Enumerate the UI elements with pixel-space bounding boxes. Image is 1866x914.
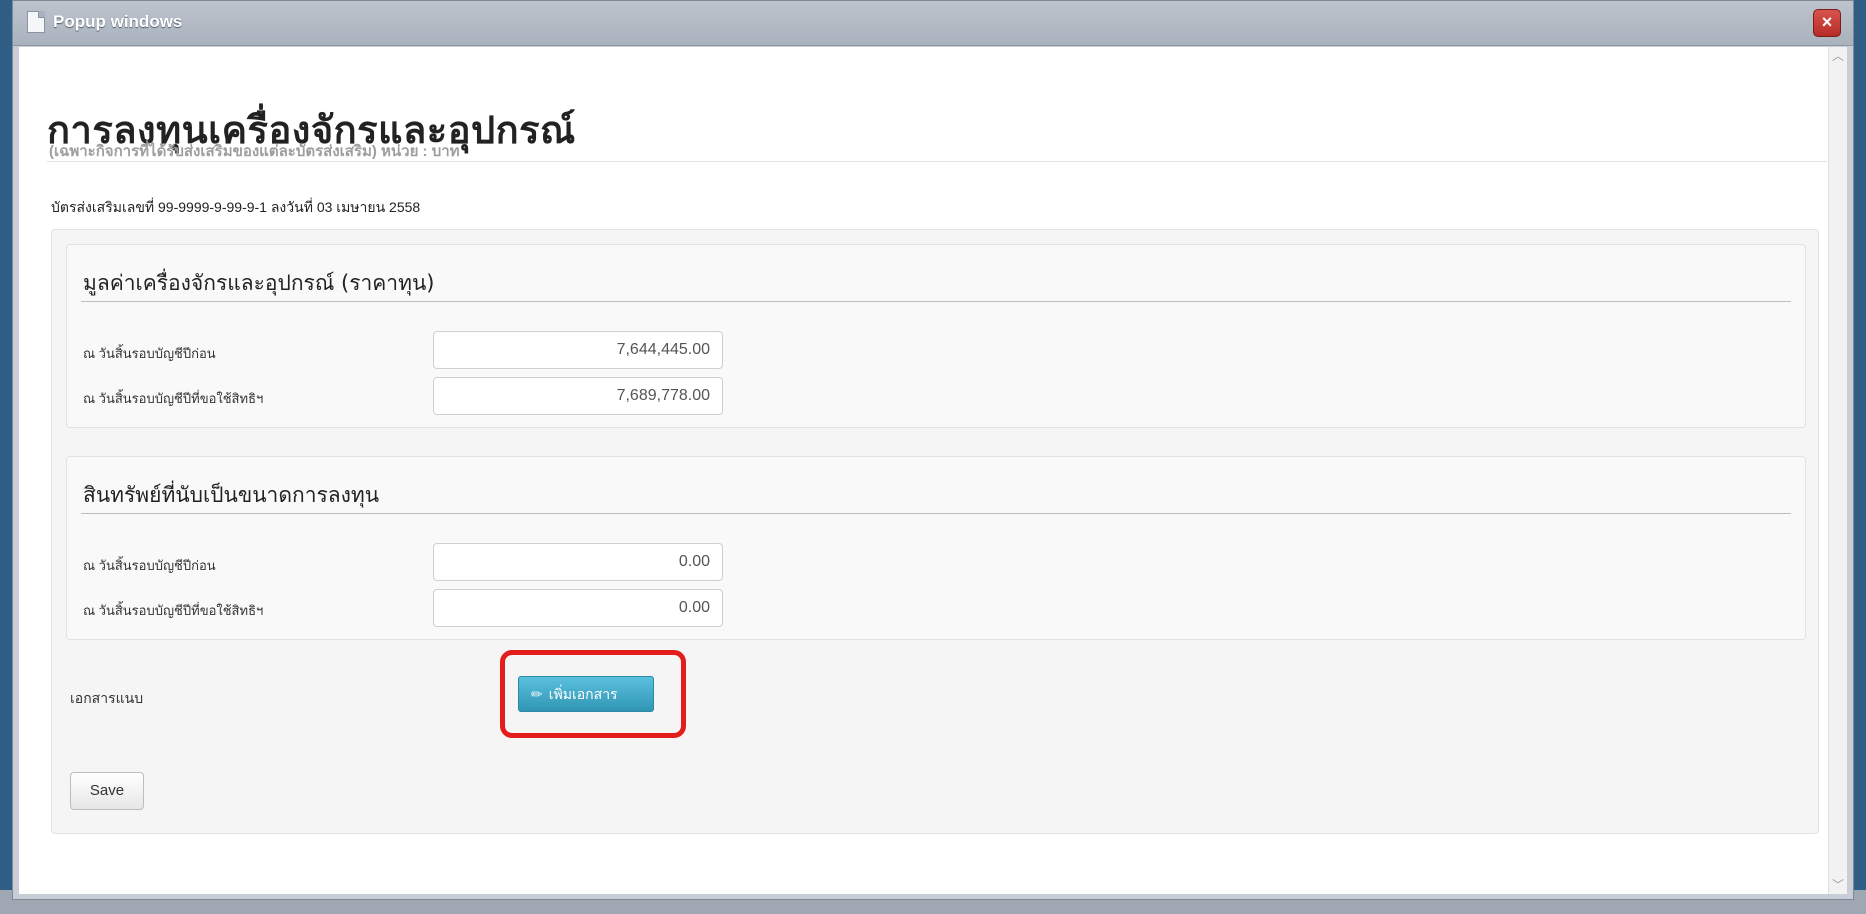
assets-prev-year-label: ณ วันสิ้นรอบบัญชีปีก่อน [83, 558, 216, 573]
machinery-claim-year-label: ณ วันสิ้นรอบบัญชีปีที่ขอใช้สิทธิฯ [83, 391, 264, 406]
scroll-up-icon[interactable]: ︿ [1829, 47, 1847, 65]
vertical-scrollbar[interactable]: ︿ ﹀ [1828, 47, 1847, 894]
investment-assets-section: สินทรัพย์ที่นับเป็นขนาดการลงทุน ณ วันสิ้… [66, 456, 1806, 640]
window-title: Popup windows [53, 12, 183, 31]
window-titlebar[interactable]: Popup windows × [13, 1, 1853, 46]
section-divider [81, 513, 1791, 514]
assets-prev-year-input[interactable]: 0.00 [433, 543, 723, 581]
section-divider [81, 301, 1791, 302]
form-well: มูลค่าเครื่องจักรและอุปกรณ์ (ราคาทุน) ณ … [51, 229, 1819, 834]
section-title-machinery: มูลค่าเครื่องจักรและอุปกรณ์ (ราคาทุน) [83, 271, 435, 295]
assets-claim-year-input[interactable]: 0.00 [433, 589, 723, 627]
pencil-icon: ✏ [531, 686, 543, 702]
certificate-info: บัตรส่งเสริมเลขที่ 99-9999-9-99-9-1 ลงวั… [51, 199, 421, 215]
machinery-prev-year-input[interactable]: 7,644,445.00 [433, 331, 723, 369]
close-button[interactable]: × [1813, 9, 1841, 37]
scroll-down-icon[interactable]: ﹀ [1829, 876, 1847, 894]
machinery-claim-year-input[interactable]: 7,689,778.00 [433, 377, 723, 415]
popup-content: การลงทุนเครื่องจักรและอุปกรณ์ (เฉพาะกิจก… [19, 47, 1829, 894]
assets-claim-year-label: ณ วันสิ้นรอบบัญชีปีที่ขอใช้สิทธิฯ [83, 603, 264, 618]
document-icon [27, 11, 45, 33]
machinery-prev-year-label: ณ วันสิ้นรอบบัญชีปีก่อน [83, 346, 216, 361]
title-divider [47, 161, 1827, 162]
section-title-assets: สินทรัพย์ที่นับเป็นขนาดการลงทุน [83, 483, 380, 507]
popup-window: Popup windows × การลงทุนเครื่องจักรและอุ… [12, 0, 1854, 900]
machinery-value-section: มูลค่าเครื่องจักรและอุปกรณ์ (ราคาทุน) ณ … [66, 244, 1806, 428]
attachments-label: เอกสารแนบ [70, 690, 144, 706]
add-document-label: เพิ่มเอกสาร [548, 686, 618, 702]
page-subtitle: (เฉพาะกิจการที่ได้รับส่งเสริมของแต่ละบัต… [49, 143, 460, 160]
save-button[interactable]: Save [70, 772, 144, 810]
add-document-button[interactable]: ✏ เพิ่มเอกสาร [518, 676, 654, 712]
